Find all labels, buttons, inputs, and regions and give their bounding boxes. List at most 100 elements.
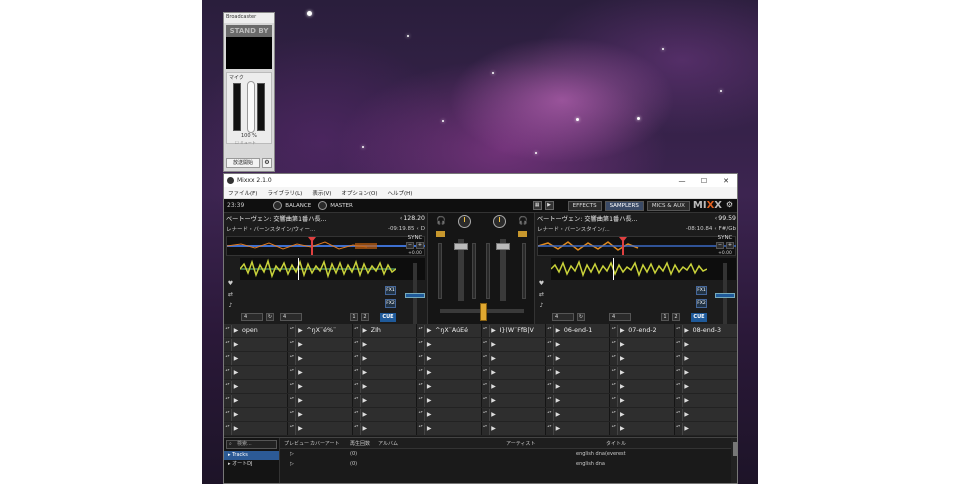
maximize-button[interactable]: ☐ xyxy=(693,177,715,185)
sampler-play-icon[interactable]: ▶ xyxy=(361,424,369,434)
sampler-empty[interactable]: ▴▾ ▶ xyxy=(417,394,482,407)
sampler-empty[interactable]: ▴▾ ▶ xyxy=(224,352,289,365)
deck2-pitch-handle[interactable] xyxy=(715,293,735,298)
sampler-play-icon[interactable]: ▶ xyxy=(618,368,626,378)
channel2-fader-handle[interactable] xyxy=(496,243,510,250)
column-preview[interactable]: プレビュー xyxy=(280,440,310,447)
sampler-empty[interactable]: ▴▾ ▶ xyxy=(417,366,482,379)
sampler-play-icon[interactable]: ▶ xyxy=(554,354,562,364)
sampler-play-icon[interactable]: ▶ xyxy=(683,340,691,350)
sampler-empty[interactable]: ▴▾ ▶ xyxy=(288,408,353,421)
deck1-loop-toggle-icon[interactable]: ↻ xyxy=(266,313,274,321)
channel1-gain-knob[interactable] xyxy=(458,215,471,228)
sampler-play-icon[interactable]: ▶ xyxy=(490,424,498,434)
deck2-pitch-minus[interactable]: − xyxy=(716,242,724,249)
sampler-play-icon[interactable]: ▶ xyxy=(618,396,626,406)
library-search-input[interactable]: ⌕ 検索... xyxy=(226,440,277,449)
sampler-play-icon[interactable]: ▶ xyxy=(490,396,498,406)
sampler-empty[interactable]: ▴▾ ▶ xyxy=(674,366,737,379)
sampler-play-icon[interactable]: ▶ xyxy=(683,396,691,406)
sampler-play-icon[interactable]: ▶ xyxy=(296,396,304,406)
sampler-empty[interactable]: ▴▾ ▶ xyxy=(417,422,482,435)
sampler-play-icon[interactable]: ▶ xyxy=(554,424,562,434)
sampler-empty[interactable]: ▴▾ ▶ xyxy=(224,422,289,435)
headphone-right-icon[interactable]: 🎧 xyxy=(518,216,528,225)
sampler-empty[interactable]: ▴▾ ▶ xyxy=(224,394,289,407)
sampler-empty[interactable]: ▴▾ ▶ xyxy=(417,408,482,421)
sampler-empty[interactable]: ▴▾ ▶ xyxy=(481,380,546,393)
sampler-empty[interactable]: ▴▾ ▶ xyxy=(545,338,611,351)
column-artist[interactable]: アーティスト xyxy=(506,440,606,447)
deck1-pitch-minus[interactable]: − xyxy=(406,242,414,249)
sampler-play-icon[interactable]: ▶ xyxy=(683,382,691,392)
mics-aux-tab[interactable]: MICS & AUX xyxy=(646,200,690,211)
sampler-empty[interactable]: ▴▾ ▶ xyxy=(288,380,353,393)
sampler-empty[interactable]: ▴▾ ▶ xyxy=(481,408,546,421)
sampler-empty[interactable]: ▴▾ ▶ xyxy=(610,422,675,435)
sampler-empty[interactable]: ▴▾ ▶ xyxy=(610,352,675,365)
sampler-play-icon[interactable]: ▶ xyxy=(425,340,433,350)
deck2-waveform[interactable] xyxy=(551,258,736,280)
sampler-play-icon[interactable]: ▶ xyxy=(232,368,240,378)
sampler-empty[interactable]: ▴▾ ▶ xyxy=(610,408,675,421)
sampler-play-icon[interactable]: ▶ xyxy=(232,424,240,434)
master-knob[interactable] xyxy=(318,201,328,210)
sampler-play-icon[interactable]: ▶ xyxy=(554,382,562,392)
menu-library[interactable]: ライブラリ(L) xyxy=(267,189,302,197)
sampler-empty[interactable]: ▴▾ ▶ xyxy=(545,422,611,435)
menu-view[interactable]: 表示(V) xyxy=(312,189,331,197)
sampler-play-icon[interactable]: ▶ xyxy=(296,368,304,378)
start-broadcast-button[interactable]: 放送開始 xyxy=(226,158,260,168)
sampler-empty[interactable]: ▴▾ ▶ xyxy=(481,394,546,407)
sampler-play-icon[interactable]: ▶ xyxy=(554,368,562,378)
sampler-play-icon[interactable]: ▶ xyxy=(683,424,691,434)
sampler-play-icon[interactable]: ▶ xyxy=(296,424,304,434)
sampler-empty[interactable]: ▴▾ ▶ xyxy=(288,366,353,379)
sampler-play-icon[interactable]: ▶ xyxy=(361,396,369,406)
sampler-play-icon[interactable]: ▶ xyxy=(490,340,498,350)
sampler-empty[interactable]: ▴▾ ▶ xyxy=(352,394,418,407)
deck1-loop-icon[interactable]: ⇄ xyxy=(226,290,235,299)
sampler-play-icon[interactable]: ▶ xyxy=(296,382,304,392)
deck2-pitch-plus[interactable]: + xyxy=(726,242,734,249)
sampler-empty[interactable]: ▴▾ ▶ xyxy=(481,338,546,351)
deck2-cue-button[interactable]: CUE xyxy=(691,313,707,322)
sampler-empty[interactable]: ▴▾ ▶ xyxy=(610,366,675,379)
deck1-waveform[interactable] xyxy=(240,258,425,280)
sampler-empty[interactable]: ▴▾ ▶ xyxy=(288,394,353,407)
deck2-loop-size[interactable]: 4 xyxy=(552,313,574,321)
sampler-4-play-icon[interactable]: ▶ xyxy=(425,326,433,336)
deck2-reverse-icon[interactable]: ♥ xyxy=(537,279,546,288)
sampler-empty[interactable]: ▴▾ ▶ xyxy=(352,338,418,351)
sampler-empty[interactable]: ▴▾ ▶ xyxy=(481,366,546,379)
deck1-hotcue-2[interactable]: 2 xyxy=(361,313,369,321)
settings-gear-icon[interactable]: ⚙ xyxy=(725,201,734,210)
sampler-empty[interactable]: ▴▾ ▶ xyxy=(545,408,611,421)
sampler-play-icon[interactable]: ▶ xyxy=(554,340,562,350)
sampler-empty[interactable]: ▴▾ ▶ xyxy=(352,366,418,379)
sampler-play-icon[interactable]: ▶ xyxy=(425,382,433,392)
scrollbar-thumb[interactable] xyxy=(733,442,737,456)
crossfader-handle[interactable] xyxy=(480,303,487,321)
effects-tab[interactable]: EFFECTS xyxy=(567,200,602,211)
sampler-play-icon[interactable]: ▶ xyxy=(425,396,433,406)
sampler-play-icon[interactable]: ▶ xyxy=(683,368,691,378)
table-row[interactable]: ▷ (0) english dna(everest xyxy=(280,449,731,459)
sampler-play-icon[interactable]: ▶ xyxy=(554,410,562,420)
sampler-4[interactable]: ▴▾ ▶ ^ŋX¨ÀúEé xyxy=(417,324,482,337)
sampler-play-icon[interactable]: ▶ xyxy=(618,382,626,392)
minimize-button[interactable]: — xyxy=(671,177,693,185)
sampler-empty[interactable]: ▴▾ ▶ xyxy=(288,338,353,351)
menu-options[interactable]: オプション(O) xyxy=(341,189,377,197)
table-row[interactable]: ▷ (0) english dna xyxy=(280,459,731,469)
sampler-empty[interactable]: ▴▾ ▶ xyxy=(674,338,737,351)
close-button[interactable]: ✕ xyxy=(715,177,737,185)
sampler-play-icon[interactable]: ▶ xyxy=(361,354,369,364)
deck2-loop-icon[interactable]: ⇄ xyxy=(537,290,546,299)
sampler-1[interactable]: ▴▾ ▶ open xyxy=(224,324,289,337)
sampler-empty[interactable]: ▴▾ ▶ xyxy=(224,408,289,421)
sampler-play-icon[interactable]: ▶ xyxy=(618,354,626,364)
library-scrollbar[interactable] xyxy=(731,438,737,483)
sampler-empty[interactable]: ▴▾ ▶ xyxy=(674,380,737,393)
sampler-play-icon[interactable]: ▶ xyxy=(361,382,369,392)
